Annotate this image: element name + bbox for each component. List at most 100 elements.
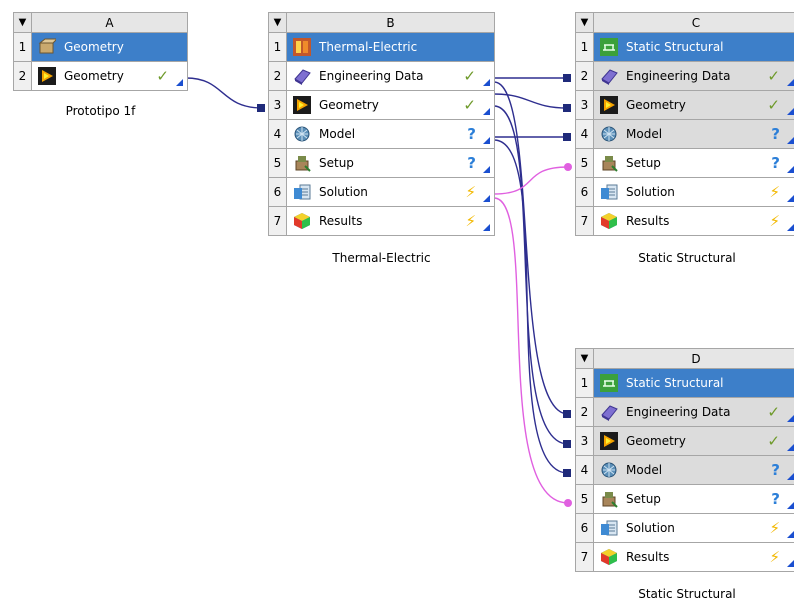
lightning-icon: ⚡ — [769, 183, 780, 201]
check-icon: ✓ — [463, 96, 476, 114]
port-b3 — [257, 104, 265, 112]
cell-d1[interactable]: Static Structural — [593, 368, 794, 398]
setup-icon — [293, 154, 311, 172]
context-triangle-icon[interactable] — [787, 137, 794, 144]
port-c4 — [563, 133, 571, 141]
results-icon — [600, 548, 618, 566]
system-caption[interactable]: Prototipo 1f — [13, 104, 188, 118]
check-icon: ✓ — [156, 67, 169, 85]
cell-b3[interactable]: Geometry ✓ — [286, 90, 495, 120]
cell-c7[interactable]: Results ⚡ — [593, 206, 794, 236]
row-number: 7 — [268, 206, 287, 236]
row-number: 4 — [268, 119, 287, 149]
row-number: 2 — [268, 61, 287, 91]
setup-icon — [600, 490, 618, 508]
cell-a2[interactable]: Geometry ✓ — [31, 61, 188, 91]
solution-icon — [600, 183, 618, 201]
system-caption[interactable]: Thermal-Electric — [268, 251, 495, 265]
port-d2 — [563, 410, 571, 418]
cell-c2[interactable]: Engineering Data ✓ — [593, 61, 794, 91]
collapse-toggle[interactable]: ▼ — [575, 348, 594, 369]
row-number: 2 — [575, 397, 594, 427]
cell-c4[interactable]: Model ? — [593, 119, 794, 149]
context-triangle-icon[interactable] — [787, 195, 794, 202]
cell-d5[interactable]: Setup ? — [593, 484, 794, 514]
system-c[interactable]: ▼ C 1 Static Structural 2 Engineering Da… — [575, 12, 794, 265]
model-icon — [600, 125, 618, 143]
cell-c1[interactable]: Static Structural — [593, 32, 794, 62]
port-c5 — [564, 163, 572, 171]
context-triangle-icon[interactable] — [787, 79, 794, 86]
cell-d6[interactable]: Solution ⚡ — [593, 513, 794, 543]
engineering-data-icon — [293, 67, 311, 85]
collapse-toggle[interactable]: ▼ — [268, 12, 287, 33]
cell-b2[interactable]: Engineering Data ✓ — [286, 61, 495, 91]
row-number: 4 — [575, 119, 594, 149]
geometry-icon — [600, 96, 618, 114]
row-number: 6 — [575, 513, 594, 543]
port-d5 — [564, 499, 572, 507]
lightning-icon: ⚡ — [769, 519, 780, 537]
row-number: 6 — [268, 177, 287, 207]
link-b6-d5 — [493, 197, 569, 504]
row-number: 1 — [13, 32, 32, 62]
cell-b7[interactable]: Results ⚡ — [286, 206, 495, 236]
thermal-electric-icon — [293, 38, 311, 56]
system-caption[interactable]: Static Structural — [575, 587, 794, 601]
row-number: 7 — [575, 542, 594, 572]
row-number: 5 — [575, 484, 594, 514]
check-icon: ✓ — [767, 432, 780, 450]
cell-b5[interactable]: Setup ? — [286, 148, 495, 178]
system-a[interactable]: ▼ A 1 Geometry 2 Geometry ✓ Prototipo 1f — [13, 12, 188, 118]
geometry-icon — [600, 432, 618, 450]
check-icon: ✓ — [767, 403, 780, 421]
cell-b1[interactable]: Thermal-Electric — [286, 32, 495, 62]
row-number: 7 — [575, 206, 594, 236]
system-caption[interactable]: Static Structural — [575, 251, 794, 265]
row-number: 1 — [575, 32, 594, 62]
cell-d2[interactable]: Engineering Data ✓ — [593, 397, 794, 427]
context-triangle-icon[interactable] — [787, 415, 794, 422]
cell-c5[interactable]: Setup ? — [593, 148, 794, 178]
cell-d7[interactable]: Results ⚡ — [593, 542, 794, 572]
lightning-icon: ⚡ — [769, 212, 780, 230]
collapse-toggle[interactable]: ▼ — [13, 12, 32, 33]
context-triangle-icon[interactable] — [483, 166, 490, 173]
system-b[interactable]: ▼ B 1 Thermal-Electric 2 Engineering Dat… — [268, 12, 495, 265]
context-triangle-icon[interactable] — [787, 166, 794, 173]
cell-d3[interactable]: Geometry ✓ — [593, 426, 794, 456]
context-triangle-icon[interactable] — [483, 195, 490, 202]
results-icon — [600, 212, 618, 230]
port-c2 — [563, 74, 571, 82]
geometry-box-icon — [38, 38, 59, 56]
static-structural-icon — [600, 374, 618, 392]
cell-d4[interactable]: Model ? — [593, 455, 794, 485]
cell-c6[interactable]: Solution ⚡ — [593, 177, 794, 207]
context-triangle-icon[interactable] — [483, 137, 490, 144]
cell-b4[interactable]: Model ? — [286, 119, 495, 149]
context-triangle-icon[interactable] — [787, 560, 794, 567]
context-triangle-icon[interactable] — [483, 108, 490, 115]
cell-c3[interactable]: Geometry ✓ — [593, 90, 794, 120]
context-triangle-icon[interactable] — [483, 224, 490, 231]
question-icon: ? — [771, 125, 780, 143]
system-d[interactable]: ▼ D 1 Static Structural 2 Engineering Da… — [575, 348, 794, 601]
setup-icon — [600, 154, 618, 172]
collapse-toggle[interactable]: ▼ — [575, 12, 594, 33]
cell-b6[interactable]: Solution ⚡ — [286, 177, 495, 207]
lightning-icon: ⚡ — [465, 212, 476, 230]
cell-a1[interactable]: Geometry — [31, 32, 188, 62]
context-triangle-icon[interactable] — [176, 79, 183, 86]
context-triangle-icon[interactable] — [483, 79, 490, 86]
context-triangle-icon[interactable] — [787, 531, 794, 538]
question-icon: ? — [467, 154, 476, 172]
context-triangle-icon[interactable] — [787, 444, 794, 451]
system-letter: B — [286, 12, 495, 33]
context-triangle-icon[interactable] — [787, 473, 794, 480]
question-icon: ? — [467, 125, 476, 143]
context-triangle-icon[interactable] — [787, 224, 794, 231]
solution-icon — [293, 183, 311, 201]
context-triangle-icon[interactable] — [787, 108, 794, 115]
geometry-icon — [38, 67, 56, 85]
context-triangle-icon[interactable] — [787, 502, 794, 509]
